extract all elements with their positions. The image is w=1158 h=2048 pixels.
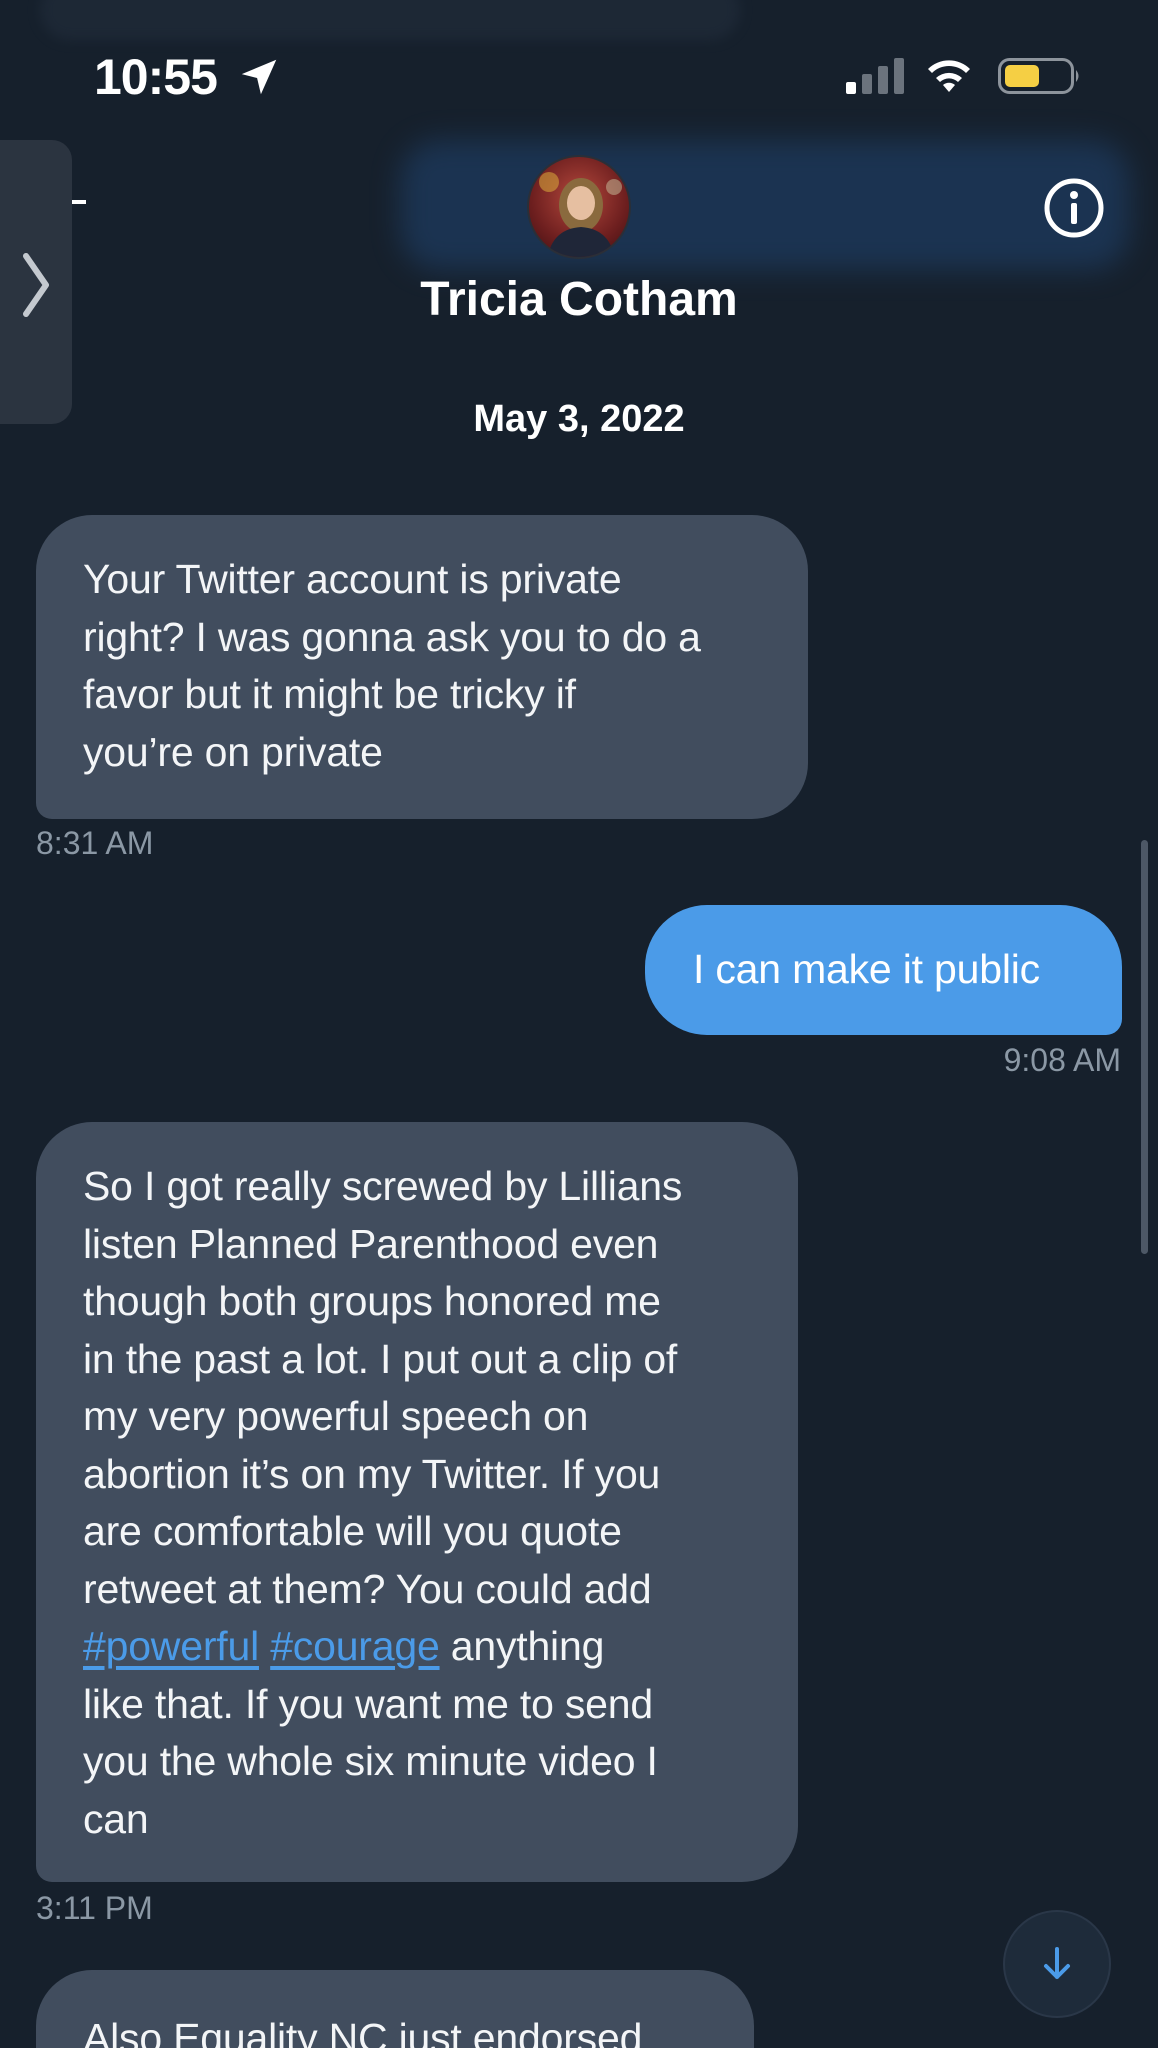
arrow-down-icon [1044,1947,1070,1979]
message-text: I can make it public [693,946,1040,993]
battery-icon [998,58,1079,94]
dm-conversation-screen: 10:55 Tricia Cotham May 3, 2022 Your Twi… [0,0,1158,2048]
message-bubble-received[interactable]: So I got really screwed by Lillians list… [36,1122,798,1882]
message-text: anything [439,1623,605,1669]
header-glow [400,140,1130,270]
message-line: can [83,1795,149,1842]
message-timestamp: 8:31 AM [36,825,154,861]
header-dash [72,200,86,204]
message-timestamp: 3:11 PM [36,1890,153,1926]
message-line: listen Planned Parenthood even [83,1220,659,1267]
status-time: 10:55 [94,49,218,105]
cellular-signal-icon [846,58,904,94]
message-line: you’re on private [83,728,383,775]
message-bubble-received[interactable]: Also Equality NC just endorsed [36,1970,754,2048]
message-line: So I got really screwed by Lillians [83,1163,683,1209]
avatar[interactable] [527,155,631,259]
contact-name[interactable]: Tricia Cotham [0,272,1158,327]
scroll-to-bottom-button[interactable] [1003,1910,1111,2018]
message-line: favor but it might be tricky if [83,671,576,717]
top-blur-strip [40,0,740,40]
avatar-portrait [539,172,622,257]
message-line: like that. If you want me to send [83,1680,653,1727]
location-arrow-icon [241,59,277,95]
message-line: my very powerful speech on [83,1393,589,1439]
wifi-icon [928,60,970,92]
message-line: Your Twitter account is private [83,556,622,602]
message-line: retweet at them? You could add [83,1565,652,1612]
hashtag-link[interactable]: #courage [270,1623,440,1669]
message-line: abortion it’s on my Twitter. If you [83,1450,661,1497]
message-line-hashtags: #powerful #courage anything [83,1618,752,1676]
info-icon[interactable] [1042,176,1106,240]
message-line: in the past a lot. I put out a clip of [83,1335,678,1382]
date-separator: May 3, 2022 [473,398,685,440]
scrollbar[interactable] [1141,840,1148,1254]
message-line: though both groups honored me [83,1278,661,1324]
message-bubble-received[interactable]: Your Twitter account is private right? I… [36,515,808,819]
message-line: are comfortable will you quote [83,1508,622,1554]
message-line: right? I was gonna ask you to do a [83,613,701,660]
message-bubble-sent[interactable]: I can make it public [645,905,1122,1035]
message-timestamp: 9:08 AM [1003,1042,1121,1078]
hashtag-link[interactable]: #powerful [83,1623,259,1669]
message-line: Also Equality NC just endorsed [83,2015,643,2048]
message-line: you the whole six minute video I [83,1738,658,1784]
